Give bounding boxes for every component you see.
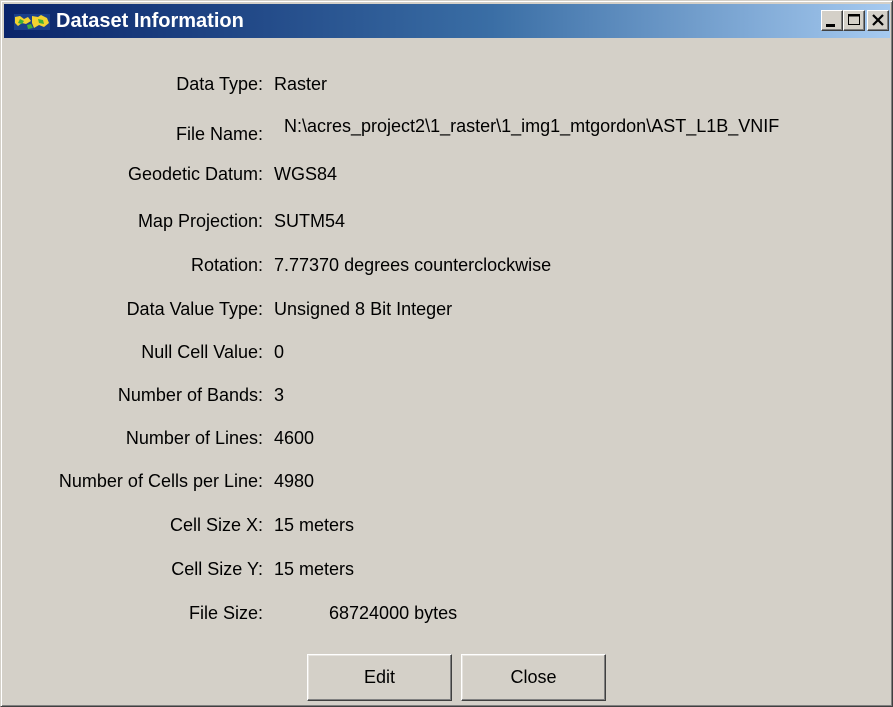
field-value: 0 (274, 342, 285, 362)
field-value: 68724000 bytes (329, 603, 458, 623)
field-map-projection: Map Projection: SUTM54 (1, 208, 892, 234)
field-file-name: File Name: N:\acres_project2\1_raster\1_… (1, 113, 892, 144)
field-label: Map Projection: (137, 211, 263, 231)
minimize-button[interactable] (821, 10, 843, 31)
field-label: Cell Size Y: (171, 559, 263, 579)
field-cell-size-x: Cell Size X: 15 meters (1, 512, 892, 538)
field-label: Geodetic Datum: (127, 164, 263, 184)
field-label: Data Value Type: (126, 299, 263, 319)
field-file-size: File Size: 68724000 bytes (1, 600, 892, 626)
field-number-of-cells-per-line: Number of Cells per Line: 4980 (1, 468, 892, 494)
field-label: Cell Size X: (169, 515, 263, 535)
field-cell-size-y: Cell Size Y: 15 meters (1, 556, 892, 582)
title-bar[interactable]: Dataset Information (4, 4, 890, 38)
field-value: Unsigned 8 Bit Integer (274, 299, 453, 319)
field-value: SUTM54 (274, 211, 346, 231)
maximize-button[interactable] (843, 10, 865, 31)
window-title: Dataset Information (56, 10, 244, 32)
edit-button[interactable]: Edit (307, 654, 452, 701)
field-number-of-bands: Number of Bands: 3 (1, 382, 892, 408)
field-label: Number of Bands: (117, 385, 263, 405)
field-label: Null Cell Value: (141, 342, 263, 362)
field-value: 15 meters (274, 515, 355, 535)
field-label: File Name: (175, 124, 263, 144)
field-value: 15 meters (274, 559, 355, 579)
field-value: 7.77370 degrees counterclockwise (274, 255, 552, 275)
close-icon (872, 14, 884, 26)
field-value: 3 (274, 385, 285, 405)
field-value: N:\acres_project2\1_raster\1_img1_mtgord… (284, 116, 780, 136)
field-geodetic-datum: Geodetic Datum: WGS84 (1, 161, 892, 187)
field-value: WGS84 (274, 164, 338, 184)
field-label: Number of Cells per Line: (58, 471, 263, 491)
field-rotation: Rotation: 7.77370 degrees counterclockwi… (1, 252, 892, 278)
field-label: File Size: (188, 603, 263, 623)
field-value: Raster (274, 74, 328, 94)
field-data-type: Data Type: Raster (1, 71, 892, 97)
field-value: 4600 (274, 428, 315, 448)
field-value: 4980 (274, 471, 315, 491)
map-raster-icon (14, 13, 50, 30)
field-label: Number of Lines: (125, 428, 263, 448)
field-label: Rotation: (190, 255, 263, 275)
field-data-value-type: Data Value Type: Unsigned 8 Bit Integer (1, 296, 892, 322)
field-label: Data Type: (176, 74, 263, 94)
maximize-icon (848, 14, 860, 25)
dataset-information-window: Dataset Information Data Type: Raster Fi… (0, 0, 893, 707)
minimize-icon (826, 24, 835, 27)
field-null-cell-value: Null Cell Value: 0 (1, 339, 892, 365)
field-number-of-lines: Number of Lines: 4600 (1, 425, 892, 451)
close-button[interactable]: Close (461, 654, 606, 701)
close-window-button[interactable] (867, 10, 889, 31)
